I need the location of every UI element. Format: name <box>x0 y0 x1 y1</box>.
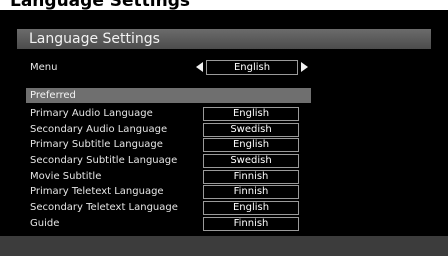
row-label: Primary Audio Language <box>30 108 153 119</box>
preferred-language-list: Primary Audio Language English Secondary… <box>26 107 311 233</box>
menu-language-row[interactable]: Menu English <box>30 60 320 75</box>
row-label: Guide <box>30 217 60 229</box>
primary-subtitle-language-row[interactable]: Primary Subtitle Language English <box>26 138 311 154</box>
row-label: Primary Subtitle Language <box>30 139 163 151</box>
row-value[interactable]: Finnish <box>203 185 299 200</box>
top-banner-text: Language Settings <box>10 0 191 11</box>
arrow-left-icon[interactable] <box>196 62 203 72</box>
row-label: Primary Teletext Language <box>30 186 164 198</box>
row-label: Secondary Audio Language <box>30 123 168 135</box>
primary-teletext-language-row[interactable]: Primary Teletext Language Finnish <box>26 185 311 201</box>
row-value[interactable]: Swedish <box>203 154 299 169</box>
menu-label: Menu <box>30 62 58 73</box>
arrow-right-icon[interactable] <box>301 62 308 72</box>
page-title: Language Settings <box>29 31 160 47</box>
row-label: Secondary Subtitle Language <box>30 155 178 167</box>
row-value[interactable]: English <box>203 138 299 153</box>
footer-bar <box>0 236 448 256</box>
guide-language-row[interactable]: Guide Finnish <box>26 216 311 233</box>
settings-header: Language Settings <box>17 29 431 49</box>
secondary-subtitle-language-row[interactable]: Secondary Subtitle Language Swedish <box>26 154 311 170</box>
secondary-audio-language-row[interactable]: Secondary Audio Language Swedish <box>26 122 311 139</box>
top-banner: Language Settings <box>0 0 448 11</box>
preferred-section-label: Preferred <box>30 90 76 101</box>
preferred-section-header: Preferred <box>26 88 311 103</box>
menu-language-value[interactable]: English <box>206 60 298 75</box>
row-value[interactable]: English <box>203 201 299 216</box>
primary-audio-language-row[interactable]: Primary Audio Language English <box>26 107 311 123</box>
row-value[interactable]: English <box>203 107 299 121</box>
movie-subtitle-row[interactable]: Movie Subtitle Finnish <box>26 169 311 186</box>
secondary-teletext-language-row[interactable]: Secondary Teletext Language English <box>26 201 311 217</box>
row-label: Movie Subtitle <box>30 170 102 182</box>
row-value[interactable]: Finnish <box>203 169 299 184</box>
row-value[interactable]: Swedish <box>203 122 299 137</box>
row-value[interactable]: Finnish <box>203 216 299 231</box>
row-label: Secondary Teletext Language <box>30 202 178 214</box>
